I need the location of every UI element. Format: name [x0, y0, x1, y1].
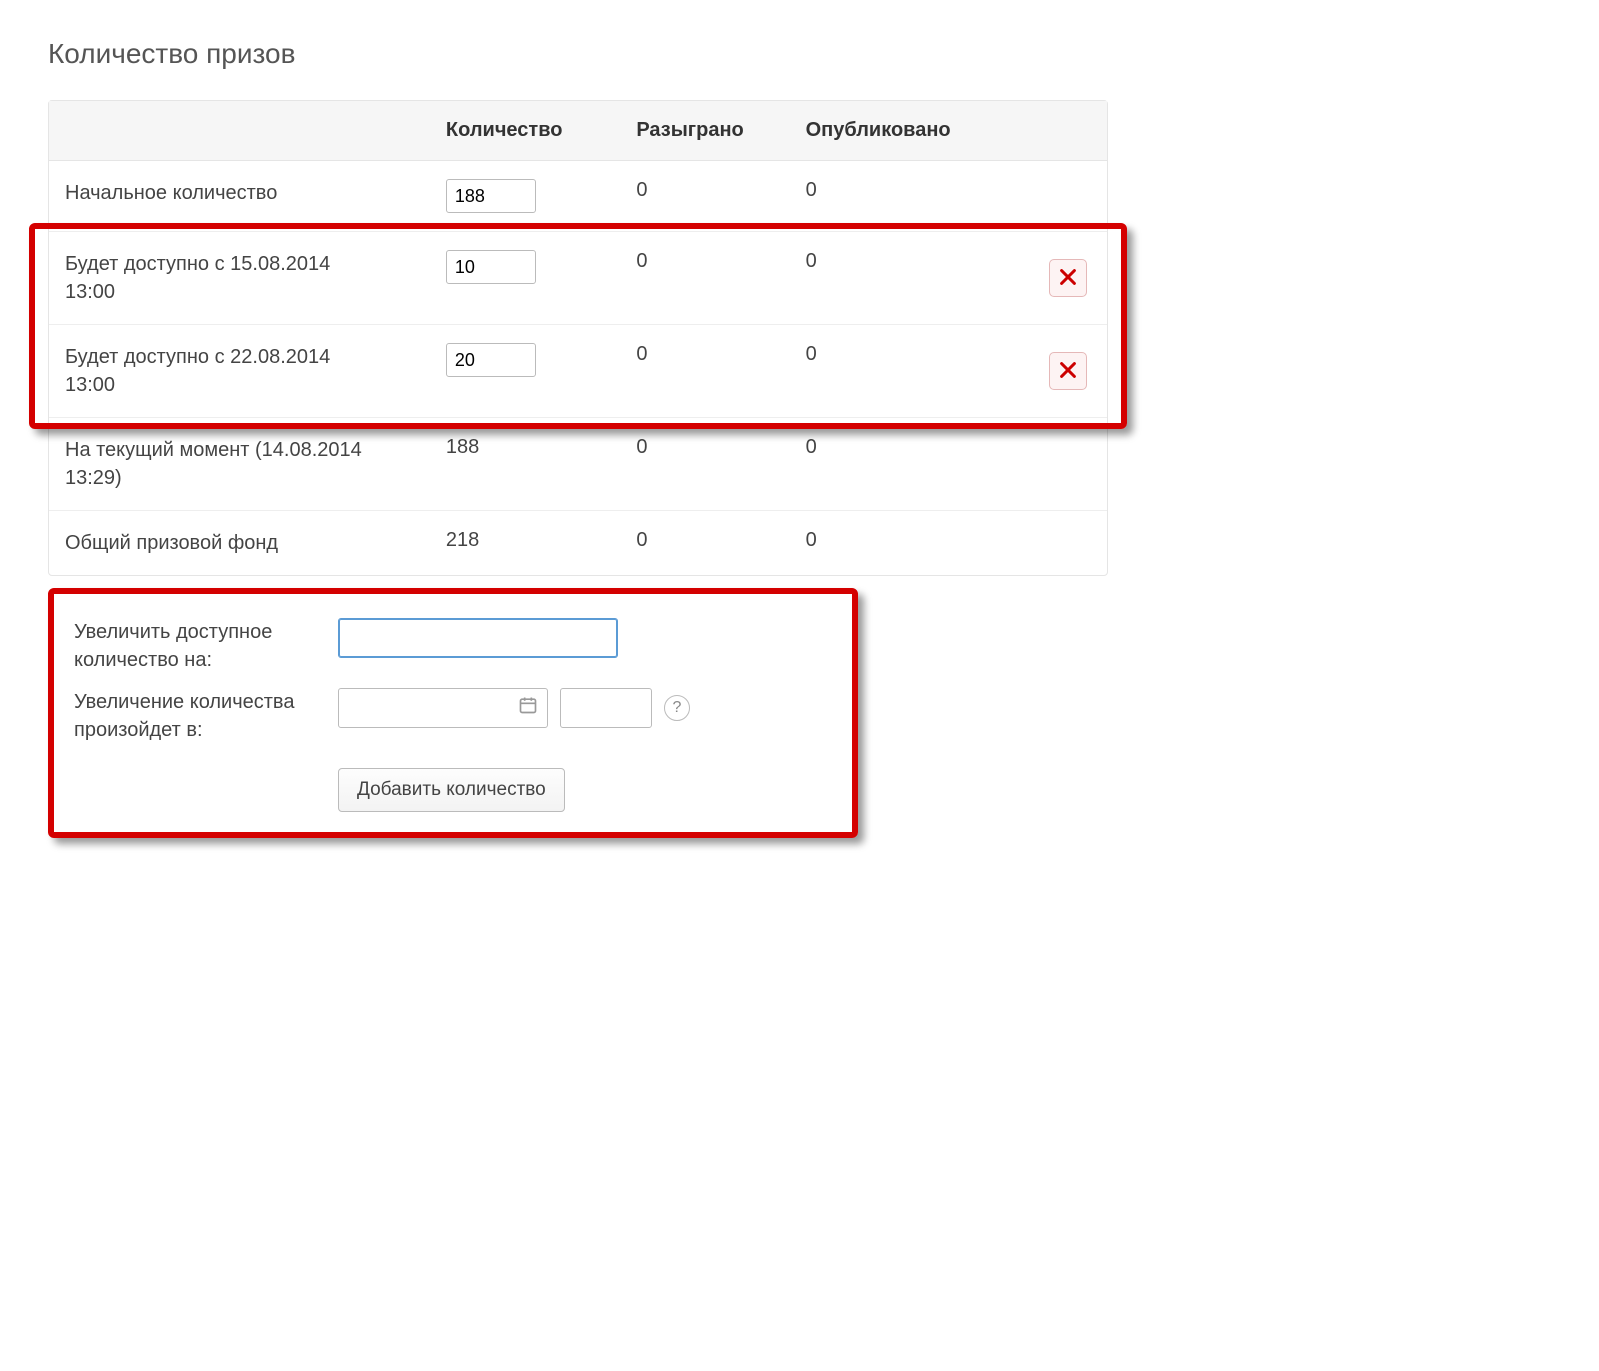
table-row: Будет доступно с 22.08.2014 13:00 0 0: [49, 325, 1107, 418]
table-row: Начальное количество 0 0: [49, 161, 1107, 232]
qty-input[interactable]: [446, 250, 536, 284]
row-qty: 188: [430, 418, 620, 511]
row-qty: 218: [430, 511, 620, 576]
row-label: Будет доступно с 15.08.2014 13:00: [65, 250, 385, 306]
delete-row-button[interactable]: [1049, 352, 1087, 390]
row-published: 0: [790, 232, 1023, 325]
section-title: Количество призов: [48, 38, 1551, 70]
row-published: 0: [790, 161, 1023, 232]
row-label: Общий призовой фонд: [65, 529, 385, 557]
help-icon[interactable]: ?: [664, 695, 690, 721]
prize-table: Количество Разыграно Опубликовано Началь…: [48, 100, 1108, 576]
table-row: Общий призовой фонд 218 0 0: [49, 511, 1107, 576]
col-header-qty: Количество: [430, 101, 620, 161]
row-drawn: 0: [620, 325, 789, 418]
row-label: Начальное количество: [65, 179, 385, 207]
table-row: Будет доступно с 15.08.2014 13:00 0 0: [49, 232, 1107, 325]
close-icon: [1057, 266, 1079, 291]
row-drawn: 0: [620, 161, 789, 232]
col-header-drawn: Разыграно: [620, 101, 789, 161]
row-published: 0: [790, 511, 1023, 576]
schedule-date-input[interactable]: [338, 688, 548, 728]
close-icon: [1057, 359, 1079, 384]
delete-row-button[interactable]: [1049, 259, 1087, 297]
increase-qty-input[interactable]: [338, 618, 618, 658]
row-label: Будет доступно с 22.08.2014 13:00: [65, 343, 385, 399]
qty-input[interactable]: [446, 343, 536, 377]
col-header-label: [49, 101, 430, 161]
row-published: 0: [790, 325, 1023, 418]
col-header-action: [1022, 101, 1107, 161]
qty-input[interactable]: [446, 179, 536, 213]
col-header-published: Опубликовано: [790, 101, 1023, 161]
increase-qty-label: Увеличить доступное количество на:: [74, 618, 314, 674]
table-row: На текущий момент (14.08.2014 13:29) 188…: [49, 418, 1107, 511]
row-label: На текущий момент (14.08.2014 13:29): [65, 436, 385, 492]
highlight-callout-form: Увеличить доступное количество на: Увели…: [48, 588, 858, 838]
schedule-label: Увеличение количества произойдет в:: [74, 688, 314, 744]
row-drawn: 0: [620, 511, 789, 576]
add-quantity-button[interactable]: Добавить количество: [338, 768, 565, 812]
row-published: 0: [790, 418, 1023, 511]
row-drawn: 0: [620, 418, 789, 511]
schedule-time-input[interactable]: [560, 688, 652, 728]
row-drawn: 0: [620, 232, 789, 325]
